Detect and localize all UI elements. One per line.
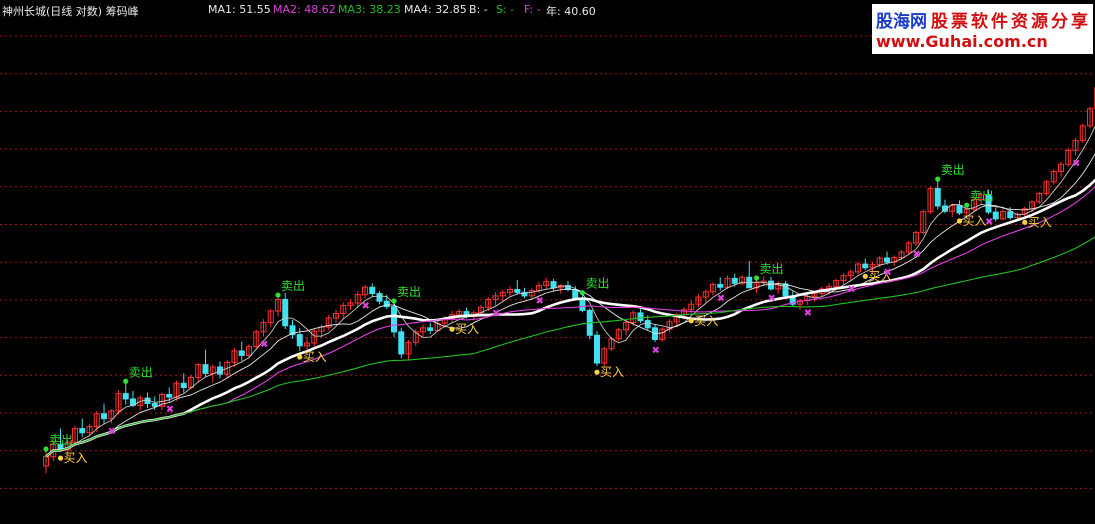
candle-body-down — [862, 263, 869, 269]
candle-body-down — [151, 402, 158, 407]
buy-signal-dot — [862, 273, 868, 279]
candle-body-down — [427, 327, 434, 331]
purple-x-marker: ✖ — [985, 217, 993, 228]
candle-body-down — [101, 413, 107, 420]
candle-body-down — [514, 289, 521, 293]
sell-signal-dot — [964, 202, 970, 208]
candle-body-down — [122, 393, 129, 400]
sell-signal-dot — [753, 275, 760, 281]
candle-body-down — [594, 334, 600, 364]
candle-body-down — [282, 298, 289, 327]
purple-x-marker: ✖ — [260, 340, 268, 351]
buy-signal-dot — [1022, 219, 1028, 225]
buy-signal-label: 买入 — [694, 314, 718, 328]
sell-signal-label: 卖出 — [586, 277, 610, 291]
buy-signal-dot — [449, 326, 455, 332]
candle-body-down — [376, 293, 383, 302]
sell-signal-label: 卖出 — [941, 163, 965, 177]
purple-x-marker: ✖ — [717, 294, 725, 305]
buy-signal-dot — [594, 369, 600, 375]
candle-body-down — [956, 205, 963, 214]
candle-body-down — [383, 300, 390, 308]
ma3-readout: MA3: 38.23 — [338, 3, 401, 16]
candle-body-down — [768, 280, 774, 290]
sell-signal-label: 卖出 — [129, 365, 153, 379]
sell-signal-label: 卖出 — [760, 262, 784, 276]
sell-signal-dot — [935, 176, 941, 182]
candle-body-down — [572, 289, 579, 299]
buy-signal-dot — [57, 455, 64, 461]
candle-body-down — [731, 277, 738, 284]
buy-signal-label: 买入 — [963, 214, 987, 228]
candle-body-down — [398, 331, 405, 355]
purple-x-marker: ✖ — [768, 294, 776, 305]
purple-x-marker: ✖ — [652, 345, 660, 356]
ma2-readout: MA2: 48.62 — [273, 3, 336, 16]
buy-signal-dot — [688, 318, 694, 324]
buy-signal-label: 买入 — [64, 451, 88, 465]
candle-body-down — [369, 286, 376, 295]
site-watermark-logo: 股海网 股票软件资源分享 www.Guhai.com.cn — [872, 4, 1093, 54]
candle-body-down — [79, 428, 86, 434]
candle-body-down — [992, 211, 999, 220]
buy-signal-label: 买入 — [600, 365, 624, 379]
purple-x-marker: ✖ — [884, 268, 892, 279]
year-readout: 年: 40.60 — [546, 5, 596, 18]
sell-signal-label: 卖出 — [49, 433, 73, 447]
candle-body-down — [637, 312, 644, 322]
purple-x-marker: ✖ — [847, 285, 855, 296]
sell-signal-dot — [275, 292, 281, 298]
buy-signal-label: 买入 — [455, 322, 479, 336]
candle-body-down — [550, 281, 557, 289]
s-readout: S: - — [496, 3, 515, 16]
purple-x-marker: ✖ — [362, 301, 370, 312]
purple-x-marker: ✖ — [913, 249, 921, 260]
sell-signal-dot — [391, 298, 397, 304]
sell-signal-label: 卖出 — [281, 279, 305, 293]
candle-body-down — [717, 283, 724, 288]
candle-body-down — [391, 306, 397, 333]
ma1-readout: MA1: 51.55 — [208, 3, 271, 16]
buy-signal-label: 买入 — [1028, 215, 1052, 229]
f-readout: F: - — [524, 3, 541, 16]
buy-signal-label: 买入 — [303, 350, 327, 364]
purple-x-marker: ✖ — [1072, 158, 1080, 169]
purple-x-marker: ✖ — [536, 296, 544, 307]
sell-signal-label: 卖出 — [970, 189, 994, 203]
candle-body-down — [180, 382, 187, 389]
candle-body-down — [296, 334, 303, 347]
buy-signal-dot — [297, 354, 303, 360]
purple-x-marker: ✖ — [166, 405, 174, 416]
watermark-url: www.Guhai.com.cn — [876, 32, 1048, 51]
candle-body-down — [884, 257, 890, 263]
candle-body-down — [1007, 211, 1014, 219]
sell-signal-dot — [123, 378, 129, 384]
candle-body-down — [934, 187, 941, 207]
sell-signal-label: 卖出 — [397, 285, 421, 299]
watermark-subtitle: 股票软件资源分享 — [931, 12, 1091, 32]
purple-x-marker: ✖ — [108, 427, 116, 438]
sell-signal-dot — [43, 446, 49, 452]
purple-x-marker: ✖ — [492, 308, 500, 319]
buy-signal-dot — [956, 218, 963, 224]
ma4-readout: MA4: 32.85 — [404, 3, 467, 16]
watermark-site-name: 股海网 — [876, 12, 927, 32]
purple-x-marker: ✖ — [804, 308, 812, 319]
b-readout: B: - — [469, 3, 488, 16]
candle-body-down — [238, 350, 245, 356]
candle-body-down — [202, 364, 209, 374]
candlestick-chart: 卖出卖出卖出 卖出卖出卖出卖出卖出买入买入买入买入买入买入买入 买入✖✖✖✖✖✖✖✖… — [0, 0, 1095, 524]
sell-signal-dot — [579, 290, 586, 296]
chart-title: 神州长城(日线 对数) 筹码峰 — [2, 5, 139, 18]
candle-body-down — [166, 393, 173, 398]
candle-body-down — [644, 320, 651, 329]
